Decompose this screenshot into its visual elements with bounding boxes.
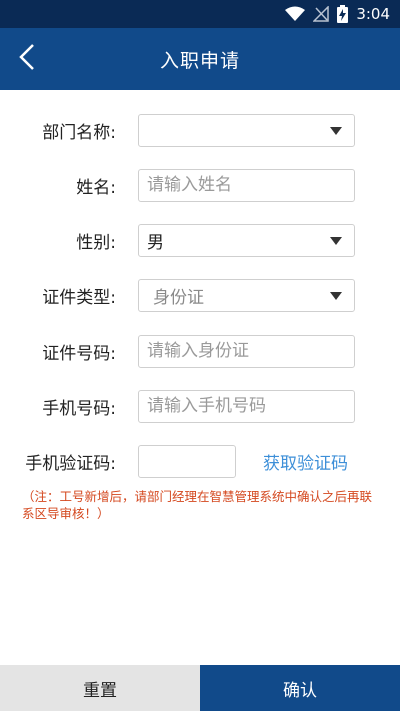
gender-value: 男 [147,232,164,253]
name-field [138,168,355,202]
no-signal-icon [313,6,330,22]
phone-input[interactable] [147,396,354,416]
battery-charging-icon [337,5,349,23]
phone-label: 手机号码: [42,398,116,419]
row-phone: 手机号码: [0,389,400,423]
page-title: 入职申请 [159,49,240,72]
code-input[interactable] [139,445,235,477]
id-number-label: 证件号码: [42,343,116,364]
id-type-select[interactable]: 身份证 [138,278,355,312]
row-id-number: 证件号码: [0,334,400,368]
reset-button[interactable]: 重置 [0,665,200,711]
row-id-type: 证件类型: 身份证 [0,278,400,312]
row-code: 手机验证码: 获取验证码 [0,444,400,478]
gender-select[interactable]: 男 [138,223,355,257]
id-type-label: 证件类型: [42,287,116,308]
row-department: 部门名称: [0,113,400,147]
phone-field [138,389,355,423]
id-number-input[interactable] [147,341,354,361]
id-number-field [138,334,355,368]
dropdown-arrow-icon [330,291,342,300]
bottom-actions: 重置 确认 [0,665,400,711]
department-select[interactable] [138,113,355,147]
back-button[interactable] [10,42,44,76]
name-label: 姓名: [76,177,116,198]
department-label: 部门名称: [42,122,116,143]
chevron-left-icon [18,43,36,75]
name-input[interactable] [147,175,354,195]
id-type-value: 身份证 [153,287,204,308]
code-label: 手机验证码: [25,453,116,474]
clock: 3:04 [356,5,390,23]
dropdown-arrow-icon [330,126,342,135]
wifi-icon [285,6,306,22]
confirm-button[interactable]: 确认 [200,665,400,711]
row-name: 姓名: [0,168,400,202]
get-code-button[interactable]: 获取验证码 [263,449,348,474]
note-text: （注：工号新增后，请部门经理在智慧管理系统中确认之后再联系区导审核！） [22,489,373,521]
status-bar: 3:04 [0,0,400,28]
app-bar: 入职申请 [0,28,400,90]
gender-label: 性别: [76,232,116,253]
row-gender: 性别: 男 [0,223,400,257]
code-field [138,444,236,478]
dropdown-arrow-icon [330,236,342,245]
